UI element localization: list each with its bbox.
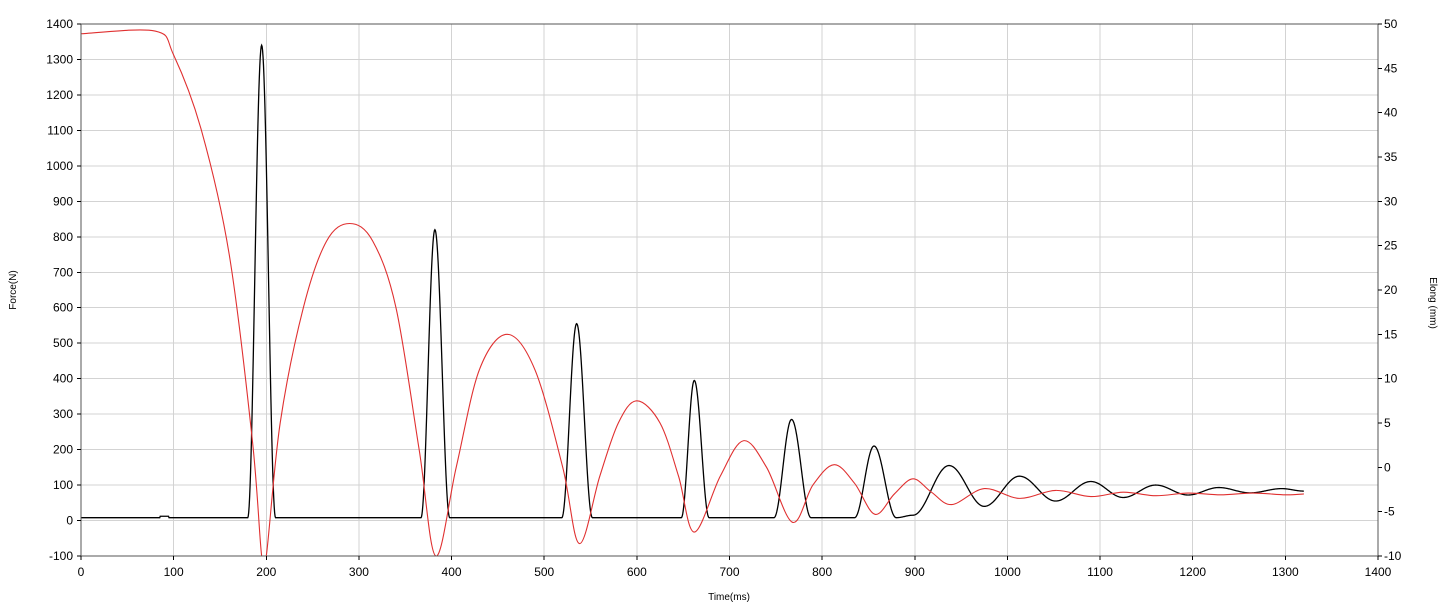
- x-tick-label: 900: [905, 565, 925, 579]
- x-tick-label: 600: [627, 565, 647, 579]
- y-tick-label: -100: [49, 549, 73, 563]
- x-tick-label: 800: [812, 565, 832, 579]
- y-axis-title: Force(N): [8, 270, 19, 309]
- y-tick-label: 400: [53, 372, 73, 386]
- x-tick-label: 400: [442, 565, 462, 579]
- y-tick-label: 700: [53, 265, 73, 279]
- y2-tick-label: 35: [1384, 150, 1398, 164]
- y2-tick-label: 40: [1384, 106, 1398, 120]
- series-layer: [81, 29, 1304, 556]
- y-tick-label: 1300: [46, 52, 73, 66]
- y-tick-label: 1000: [46, 159, 73, 173]
- chart: 0 100 200 300 400 500 600 700 800 900 1000 1100 1200…: [8, 17, 1438, 603]
- x-tick-label: 1300: [1272, 565, 1299, 579]
- x-tick-label: 300: [349, 565, 369, 579]
- x-tick-label: 1100: [1087, 565, 1113, 579]
- y2-axis-ticks: -10 -5 0 5 10 15 20 25 30 35 40 45 50: [1378, 17, 1402, 563]
- y2-tick-label: 50: [1384, 17, 1398, 31]
- y-tick-label: 300: [53, 407, 73, 421]
- x-tick-label: 1200: [1179, 565, 1206, 579]
- grid: [81, 24, 1378, 556]
- y-tick-label: 1400: [46, 17, 73, 31]
- y2-tick-label: 30: [1384, 194, 1398, 208]
- y2-tick-label: 25: [1384, 239, 1398, 253]
- x-tick-label: 1400: [1365, 565, 1392, 579]
- y-tick-label: 1200: [46, 88, 73, 102]
- y-axis-ticks: -100 0 100 200 300 400 500 600 700 800 900 1000 1100…: [46, 17, 81, 563]
- x-tick-label: 200: [256, 565, 276, 579]
- y-tick-label: 800: [53, 230, 73, 244]
- y2-tick-label: -10: [1384, 549, 1402, 563]
- x-axis-ticks: 0 100 200 300 400 500 600 700 800 900 1000 1100 1200…: [78, 556, 1392, 579]
- y2-axis-title: Elong (mm): [1427, 277, 1438, 329]
- force-series-line: [81, 43, 1304, 519]
- y-tick-label: 200: [53, 443, 73, 457]
- y2-tick-label: -5: [1384, 505, 1395, 519]
- y2-tick-label: 0: [1384, 460, 1391, 474]
- x-tick-label: 0: [78, 565, 85, 579]
- y-tick-label: 500: [53, 336, 73, 350]
- y2-tick-label: 10: [1384, 372, 1398, 386]
- y-tick-label: 100: [53, 478, 73, 492]
- y-tick-label: 600: [53, 301, 73, 315]
- y2-tick-label: 45: [1384, 61, 1398, 75]
- x-tick-label: 500: [534, 565, 554, 579]
- y2-tick-label: 20: [1384, 283, 1398, 297]
- y-tick-label: 0: [66, 514, 73, 528]
- x-tick-label: 700: [719, 565, 739, 579]
- y2-tick-label: 5: [1384, 416, 1391, 430]
- y2-tick-label: 15: [1384, 327, 1398, 341]
- y-tick-label: 900: [53, 194, 73, 208]
- y-tick-label: 1100: [47, 123, 73, 137]
- x-tick-label: 100: [164, 565, 184, 579]
- x-tick-label: 1000: [994, 565, 1021, 579]
- x-axis-title: Time(ms): [708, 592, 750, 603]
